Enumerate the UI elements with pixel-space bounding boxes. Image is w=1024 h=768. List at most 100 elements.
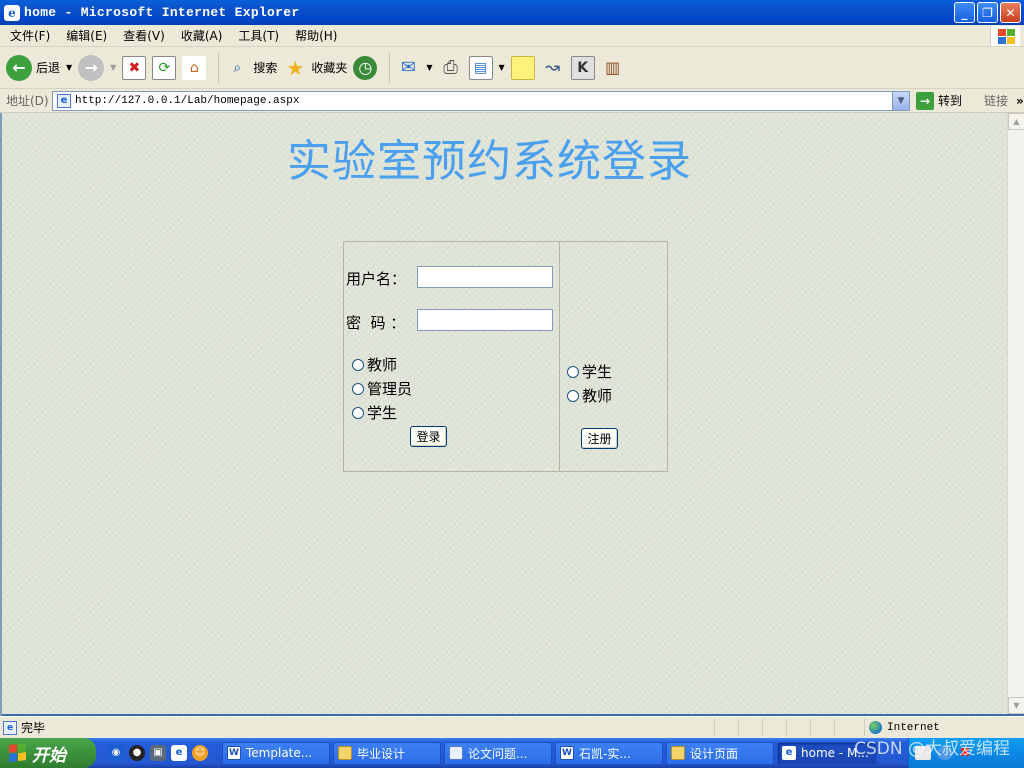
task-label: 论文问题... (468, 746, 528, 761)
address-dropdown-icon[interactable]: ▼ (892, 91, 909, 110)
login-role-admin[interactable]: 管理员 (352, 378, 412, 399)
restore-button[interactable]: ❐ (977, 2, 998, 23)
sticky-note-icon (510, 55, 535, 80)
links-button[interactable]: 链接 (984, 92, 1008, 109)
word-icon: W (227, 746, 241, 760)
login-panel: 用户名： 密 码 ： 教师 管理员 学生 登录 学生 教师 注册 (343, 241, 668, 472)
back-button[interactable]: ← 后退 ▼ (6, 51, 72, 85)
menu-file[interactable]: 文件(F) (4, 27, 56, 44)
register-button[interactable]: 注册 (581, 428, 618, 449)
start-button[interactable]: 开始 (0, 738, 96, 768)
radio-button[interactable] (567, 365, 579, 378)
refresh-icon: ⟳ (152, 55, 177, 80)
refresh-button[interactable]: ⟳ (152, 51, 177, 85)
forward-dropdown-icon[interactable]: ▼ (110, 63, 116, 72)
address-url[interactable]: http://127.0.0.1/Lab/homepage.aspx (75, 95, 299, 107)
mail-button[interactable]: ✉ ▼ (396, 51, 433, 85)
network-icon[interactable] (937, 746, 953, 760)
start-label: 开始 (32, 745, 66, 766)
task-home-ie[interactable]: e home - M... (777, 741, 877, 765)
favorites-button[interactable]: ★ 收藏夹 (283, 51, 347, 85)
window-controls: _ ❐ ✕ (954, 2, 1021, 23)
scroll-up-icon[interactable]: ▲ (1008, 113, 1024, 130)
note-button[interactable] (510, 51, 535, 85)
radio-button[interactable] (352, 406, 364, 419)
window-titlebar[interactable]: e home - Microsoft Internet Explorer _ ❐… (0, 0, 1024, 25)
minimize-button[interactable]: _ (954, 2, 975, 23)
login-button[interactable]: 登录 (410, 426, 447, 447)
task-thesis-questions[interactable]: 论文问题... (444, 741, 552, 765)
stop-button[interactable]: ✖ (122, 51, 147, 85)
password-input[interactable] (417, 309, 553, 331)
radio-label: 管理员 (367, 380, 413, 398)
task-label: 毕业设计 (357, 746, 406, 761)
history-button[interactable]: ◷ (353, 51, 378, 85)
favorites-label: 收藏夹 (311, 61, 348, 75)
scroll-down-icon[interactable]: ▼ (1008, 697, 1024, 714)
messenger-button[interactable]: ↝ (541, 51, 565, 85)
face-icon[interactable]: ☺ (192, 745, 208, 761)
radio-label: 学生 (367, 404, 398, 422)
status-panel (810, 719, 834, 736)
radio-label: 教师 (582, 387, 613, 405)
document-icon (449, 746, 463, 760)
close-button[interactable]: ✕ (1000, 2, 1021, 23)
menu-favorites[interactable]: 收藏(A) (175, 27, 229, 44)
login-role-student[interactable]: 学生 (352, 402, 397, 423)
mail-dropdown-icon[interactable]: ▼ (426, 63, 432, 72)
swoosh-icon: ↝ (545, 57, 561, 78)
vertical-scrollbar[interactable]: ▲ ▼ (1007, 113, 1024, 714)
print-button[interactable]: ⎙ (439, 51, 463, 85)
ie-icon[interactable]: e (171, 745, 187, 761)
password-label: 密 码 ： (346, 314, 406, 332)
back-dropdown-icon[interactable]: ▼ (66, 63, 72, 72)
keyboard-icon[interactable] (915, 746, 931, 760)
qq-penguin-icon[interactable]: ● (129, 745, 145, 761)
go-arrow-icon: → (916, 91, 934, 110)
radio-button[interactable] (352, 358, 364, 371)
go-button[interactable]: → 转到 (916, 91, 962, 110)
radio-button[interactable] (567, 389, 579, 402)
status-text: 完毕 (21, 721, 46, 735)
register-role-teacher[interactable]: 教师 (567, 385, 612, 406)
status-panel (762, 719, 786, 736)
search-button[interactable]: ⌕ 搜索 (225, 51, 277, 85)
menu-bar: 文件(F) 编辑(E) 查看(V) 收藏(A) 工具(T) 帮助(H) (0, 25, 1024, 47)
menu-view[interactable]: 查看(V) (117, 27, 171, 44)
desktop-icon[interactable]: ▣ (150, 745, 166, 761)
links-chevron-icon[interactable]: » (1016, 94, 1024, 108)
status-panel (714, 719, 738, 736)
world-icon[interactable]: ◉ (108, 745, 124, 761)
forward-button[interactable]: → ▼ (78, 51, 116, 85)
radio-button[interactable] (352, 382, 364, 395)
edit-button[interactable]: ▤ ▼ (468, 51, 505, 85)
task-label: Template... (246, 746, 313, 760)
task-template[interactable]: W Template... (222, 741, 330, 765)
k-app-icon: K (570, 55, 595, 80)
task-graduation-design[interactable]: 毕业设计 (333, 741, 441, 765)
address-input[interactable]: e http://127.0.0.1/Lab/homepage.aspx ▼ (52, 90, 910, 111)
register-role-student[interactable]: 学生 (567, 361, 612, 382)
address-bar: 地址(D) e http://127.0.0.1/Lab/homepage.as… (0, 89, 1024, 113)
k-tool-button[interactable]: K (570, 51, 595, 85)
task-design-page[interactable]: 设计页面 (666, 741, 774, 765)
login-role-teacher[interactable]: 教师 (352, 354, 397, 375)
status-panel (834, 719, 858, 736)
menu-tools[interactable]: 工具(T) (232, 27, 285, 44)
username-input[interactable] (417, 266, 553, 288)
panel-divider (559, 242, 560, 471)
home-button[interactable]: ⌂ (182, 51, 207, 85)
star-icon: ★ (286, 55, 305, 80)
security-zone[interactable]: Internet (864, 719, 1022, 736)
error-x-icon[interactable]: ✖ (959, 746, 975, 760)
address-label: 地址(D) (6, 94, 49, 108)
window-title: home - Microsoft Internet Explorer (24, 5, 300, 20)
status-bar: e 完毕 Internet (0, 716, 1024, 738)
research-button[interactable]: ▥ (601, 51, 625, 85)
word-icon: W (560, 746, 574, 760)
menu-help[interactable]: 帮助(H) (289, 27, 343, 44)
radio-label: 学生 (582, 363, 613, 381)
task-shikai[interactable]: W 石凯-实... (555, 741, 663, 765)
menu-edit[interactable]: 编辑(E) (60, 27, 113, 44)
edit-dropdown-icon[interactable]: ▼ (499, 63, 505, 72)
